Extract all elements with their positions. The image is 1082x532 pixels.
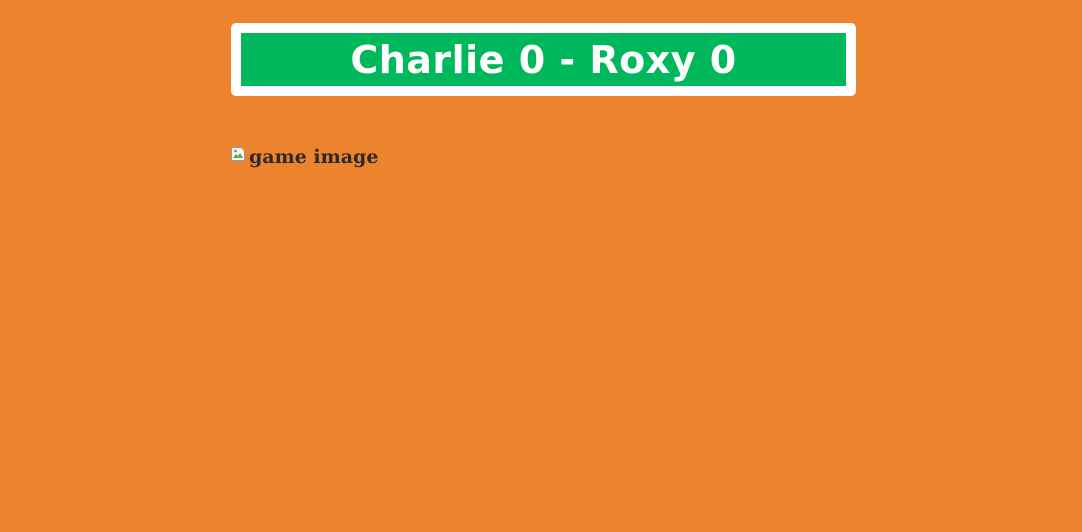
score-text: Charlie 0 - Roxy 0 [350,37,737,82]
scoreboard: Charlie 0 - Roxy 0 [241,33,846,86]
broken-image-icon [231,146,247,163]
game-image[interactable]: game image [231,146,379,168]
game-image-alt-text: game image [249,146,379,168]
scoreboard-frame: Charlie 0 - Roxy 0 [231,23,856,96]
game-page: Charlie 0 - Roxy 0 game image [0,0,1082,532]
